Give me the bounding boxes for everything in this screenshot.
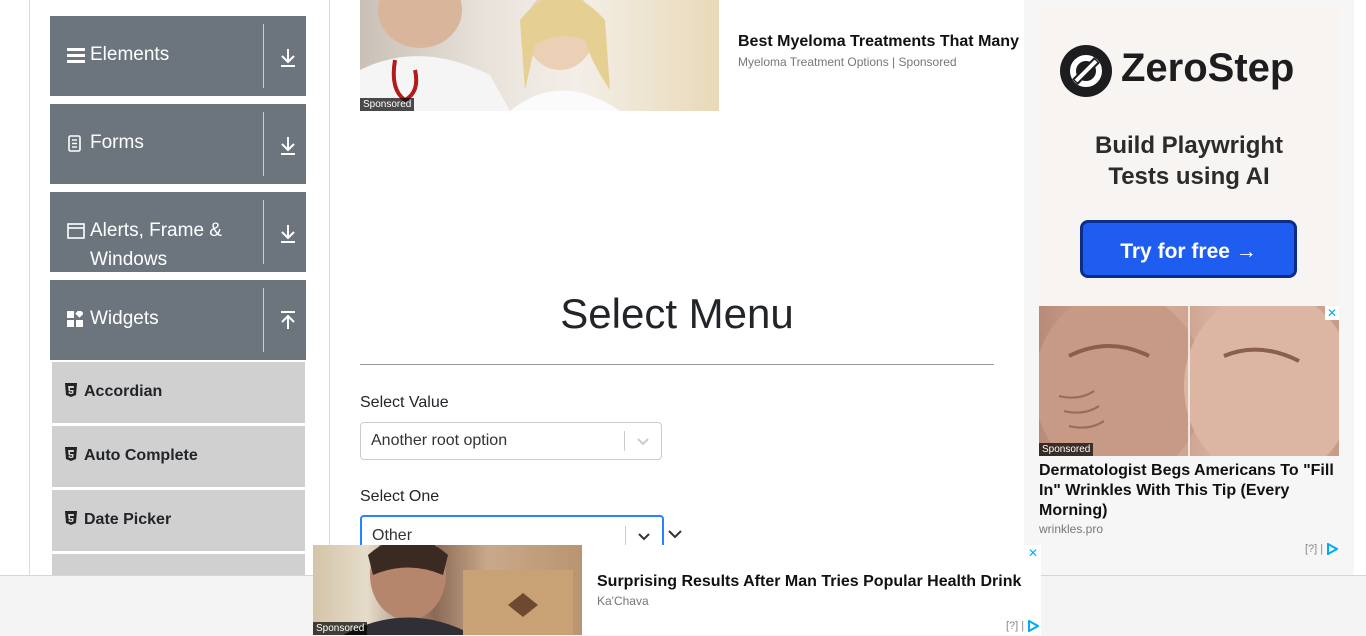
title-divider: [360, 364, 994, 365]
zerostep-logo-icon: [1059, 44, 1113, 103]
bottom-ad[interactable]: Sponsored Surprising Results After Man T…: [313, 545, 1041, 635]
zerostep-brand: ZeroStep: [1121, 46, 1295, 90]
zerostep-tagline: Build Playwright Tests using AI: [1039, 130, 1339, 192]
group-separator: [263, 112, 264, 176]
hamburger-icon: [67, 47, 85, 68]
ad-headline[interactable]: Dermatologist Begs Americans To "Fill In…: [1039, 461, 1339, 521]
select-separator: [625, 526, 626, 546]
ad-choices-link[interactable]: [?] |: [1305, 542, 1340, 556]
sidebar-item-label: Date Picker: [84, 511, 172, 528]
doctor-patient-illustration: [360, 0, 620, 111]
html5-icon: [65, 511, 77, 525]
close-icon[interactable]: ✕: [1026, 546, 1040, 560]
sidebar-group-elements[interactable]: Elements: [50, 16, 306, 96]
sidebar-group-title: Widgets: [90, 308, 159, 329]
sponsored-label: Sponsored: [360, 98, 415, 111]
html5-icon: [65, 383, 77, 397]
zerostep-tagline-line1: Build Playwright: [1094, 132, 1283, 159]
ad-choices-link[interactable]: [?] |: [1006, 619, 1041, 633]
select-value-label: Select Value: [360, 394, 449, 411]
html5-icon: [65, 447, 77, 461]
adchoices-icon: [1327, 542, 1340, 556]
download-arrow-icon[interactable]: [274, 43, 302, 71]
sidebar-item-partial[interactable]: [52, 554, 305, 575]
chevron-down-icon[interactable]: [635, 527, 653, 545]
sidebar-group-title: Alerts, Frame &: [90, 220, 222, 241]
sidebar-group-widgets[interactable]: Widgets: [50, 280, 306, 360]
ad-choices-text: [?] |: [1006, 620, 1025, 632]
sidebar-group-forms[interactable]: Forms: [50, 104, 306, 184]
sidebar-group-alerts[interactable]: Alerts, Frame & Windows: [50, 192, 306, 272]
sidebar-divider: [329, 0, 330, 575]
select-value-current: Another root option: [371, 432, 508, 449]
wrinkles-face-illustration: [1039, 306, 1339, 456]
sidebar-group-title: Elements: [90, 44, 170, 65]
ad-source[interactable]: Ka'Chava: [597, 594, 649, 608]
select-one-label: Select One: [360, 488, 440, 505]
ad-headline[interactable]: Best Myeloma Treatments That Many: [738, 33, 1019, 51]
sponsored-label: Sponsored: [313, 622, 368, 635]
document-icon: [67, 135, 83, 158]
sponsored-label: Sponsored: [1039, 443, 1094, 456]
ad-source[interactable]: Myeloma Treatment Options | Sponsored: [738, 55, 957, 69]
zerostep-ad[interactable]: ZeroStep Build Playwright Tests using AI…: [1039, 6, 1339, 306]
ad-headline[interactable]: Surprising Results After Man Tries Popul…: [597, 573, 1021, 591]
adchoices-icon: [1028, 619, 1041, 633]
zerostep-tagline-line2: Tests using AI: [1108, 163, 1270, 190]
sidebar-item-accordian[interactable]: Accordian: [52, 362, 305, 423]
sidebar-item-label: Auto Complete: [84, 447, 198, 464]
ad-source[interactable]: wrinkles.pro: [1039, 522, 1103, 536]
group-separator: [263, 288, 264, 352]
sidebar-item-date-picker[interactable]: Date Picker: [52, 490, 305, 551]
sidebar-group-title: Forms: [90, 132, 144, 153]
try-for-free-button[interactable]: Try for free →: [1080, 220, 1297, 278]
select-one-current: Other: [372, 527, 413, 544]
close-icon[interactable]: ✕: [1325, 306, 1339, 320]
download-arrow-icon[interactable]: [274, 219, 302, 247]
group-separator: [263, 200, 264, 264]
page-title: Select Menu: [560, 290, 794, 337]
upload-arrow-icon[interactable]: [274, 307, 302, 335]
select-separator: [624, 431, 625, 451]
ad-image-wrinkles[interactable]: Sponsored ✕: [1039, 306, 1339, 456]
window-icon: [67, 223, 85, 244]
widgets-icon: [67, 309, 84, 332]
sidebar-group-title-line2: Windows: [90, 249, 168, 270]
group-separator: [263, 24, 264, 88]
ad-image-health-drink[interactable]: Sponsored: [313, 545, 582, 635]
sidebar-item-label: Accordian: [84, 383, 163, 400]
left-border: [29, 0, 30, 575]
download-arrow-icon[interactable]: [274, 131, 302, 159]
chevron-down-icon[interactable]: [634, 432, 652, 450]
select-value-dropdown[interactable]: Another root option: [360, 422, 662, 460]
sidebar-item-auto-complete[interactable]: Auto Complete: [52, 426, 305, 487]
ad-image-doctor[interactable]: Sponsored: [360, 0, 719, 111]
ad-choices-text: [?] |: [1305, 543, 1324, 555]
